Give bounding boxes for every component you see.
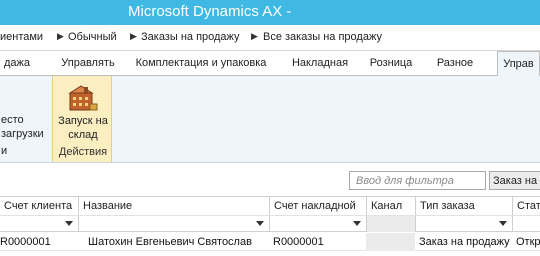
title-bar: Microsoft Dynamics AX - <box>0 0 540 25</box>
column-filter-name[interactable] <box>78 216 269 232</box>
tab-retail[interactable]: Розница <box>366 51 416 76</box>
column-header-invoice-account[interactable]: Счет накладной <box>269 197 366 216</box>
actions-group: Запуск на склад Действия <box>52 76 112 162</box>
breadcrumb-item-all-sales-orders[interactable]: Все заказы на продажу <box>263 31 382 43</box>
column-header-name[interactable]: Название <box>78 197 269 216</box>
column-header-channel[interactable]: Канал <box>366 197 415 216</box>
grid-header: Счет клиента Название Счет накладной Кан… <box>0 196 540 216</box>
grid-filter-row <box>0 215 540 232</box>
launch-warehouse-button-line1[interactable]: Запуск на <box>53 115 113 127</box>
filter-field-value: Заказ на <box>493 175 538 187</box>
ribbon-left-label-line2: загрузки <box>1 128 44 140</box>
cell-status[interactable]: Откр <box>512 233 540 251</box>
tab-invoice[interactable]: Накладная <box>288 51 352 76</box>
breadcrumb-item-common[interactable]: Обычный <box>68 31 117 43</box>
chevron-right-icon: ▶ <box>251 31 258 41</box>
column-filter-channel[interactable] <box>366 216 415 232</box>
tab-pick-and-pack[interactable]: Комплектация и упаковка <box>128 51 274 76</box>
cell-order-type[interactable]: Заказ на продажу <box>415 233 512 251</box>
ribbon-tab-bar: дажа Управлять Комплектация и упаковка Н… <box>0 51 540 77</box>
tab-warehouse-manage[interactable]: Управ <box>497 51 540 77</box>
chevron-right-icon: ▶ <box>57 31 64 41</box>
dropdown-arrow-icon[interactable] <box>499 221 507 226</box>
column-filter-status[interactable] <box>512 216 540 232</box>
tab-general[interactable]: Разное <box>424 51 486 76</box>
breadcrumb-item-customers[interactable]: иентами <box>0 31 43 43</box>
launch-warehouse-button-line2[interactable]: склад <box>53 129 113 141</box>
actions-group-label: Действия <box>58 146 108 158</box>
filter-field-select[interactable]: Заказ на <box>489 171 540 190</box>
dropdown-arrow-icon[interactable] <box>65 221 73 226</box>
breadcrumb-item-sales-orders[interactable]: Заказы на продажу <box>141 31 240 43</box>
cell-customer-account[interactable]: R0000001 <box>0 233 78 251</box>
filter-input[interactable]: Ввод для фильтра <box>349 171 486 190</box>
column-header-customer-account[interactable]: Счет клиента <box>0 197 78 216</box>
filter-placeholder: Ввод для фильтра <box>356 175 454 187</box>
cell-invoice-account[interactable]: R0000001 <box>269 233 366 251</box>
column-filter-customer-account[interactable] <box>0 216 78 232</box>
cell-name[interactable]: Шатохин Евгеньевич Святослав <box>78 233 269 251</box>
chevron-right-icon: ▶ <box>130 31 137 41</box>
column-filter-order-type[interactable] <box>415 216 512 232</box>
column-header-status[interactable]: Стат <box>512 197 540 216</box>
breadcrumb: иентами ▶ Обычный ▶ Заказы на продажу ▶ … <box>0 25 540 51</box>
ribbon-left-label-line1: есто <box>1 114 24 126</box>
warehouse-building-icon[interactable] <box>67 83 99 113</box>
window-title: Microsoft Dynamics AX - <box>128 3 292 20</box>
column-filter-invoice-account[interactable] <box>269 216 366 232</box>
tab-manage[interactable]: Управлять <box>54 51 122 76</box>
ribbon-panel: есто загрузки и Запуск на склад Действия <box>0 76 540 163</box>
column-header-order-type[interactable]: Тип заказа <box>415 197 512 216</box>
cell-channel[interactable] <box>366 233 415 251</box>
ribbon-left-group-label: и <box>1 145 8 157</box>
dropdown-arrow-icon[interactable] <box>353 221 361 226</box>
tab-sell[interactable]: дажа <box>0 51 34 76</box>
table-row[interactable]: R0000001 Шатохин Евгеньевич Святослав R0… <box>0 233 540 251</box>
dropdown-arrow-icon[interactable] <box>256 221 264 226</box>
